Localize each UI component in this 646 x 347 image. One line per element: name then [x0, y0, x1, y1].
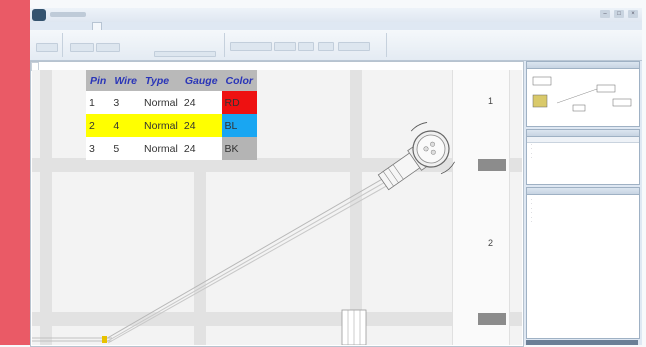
properties-pane: · · · · · ·: [526, 187, 640, 339]
overview-thumbnail[interactable]: [527, 69, 639, 125]
ribbon-button[interactable]: [338, 42, 370, 51]
pane-header: [527, 188, 639, 195]
app-orb-icon[interactable]: [32, 9, 46, 21]
ribbon-button[interactable]: [318, 42, 334, 51]
list-item[interactable]: ·: [527, 220, 639, 224]
tab-3[interactable]: [70, 22, 78, 30]
app-window: – □ × Pin Wire Type Gauge Color 1 3 Norm…: [30, 8, 642, 347]
pane-header: [527, 130, 639, 137]
ribbon-button[interactable]: [154, 51, 216, 57]
maximize-icon[interactable]: □: [614, 10, 624, 18]
ribbon-button[interactable]: [96, 43, 120, 52]
circular-connector-icon[interactable]: [368, 117, 461, 204]
ribbon-group-3: [226, 33, 387, 57]
ribbon: [30, 30, 642, 61]
wire-end-marker: [102, 336, 107, 343]
terminal-block: [341, 309, 367, 345]
ribbon-button[interactable]: [298, 42, 314, 51]
overview-pane: [526, 61, 640, 127]
quick-access-toolbar[interactable]: [50, 12, 86, 17]
list-item[interactable]: ·: [527, 156, 639, 160]
ribbon-button[interactable]: [230, 42, 272, 51]
tab-4[interactable]: [81, 22, 89, 30]
tab-5[interactable]: [92, 22, 102, 30]
tab-2[interactable]: [59, 22, 67, 30]
close-icon[interactable]: ×: [628, 10, 638, 18]
right-panel: · · · · · · · · · ·: [526, 61, 642, 345]
ribbon-button[interactable]: [274, 42, 296, 51]
ribbon-button[interactable]: [70, 43, 94, 52]
connector-label-1: 1: [488, 96, 494, 106]
tree-pane: · · · ·: [526, 129, 640, 185]
ribbon-group-2: [64, 33, 225, 57]
accent-bar: [0, 0, 30, 345]
drawing-canvas[interactable]: Pin Wire Type Gauge Color 1 3 Normal 24 …: [32, 70, 522, 345]
ribbon-group-1: [32, 33, 63, 57]
window-controls: – □ ×: [600, 10, 638, 18]
terminal-marker: [478, 159, 506, 171]
ribbon-button[interactable]: [36, 43, 58, 52]
ribbon-tabs: [48, 22, 102, 30]
wiring-drawing: [32, 117, 461, 345]
connector-label-2: 2: [488, 238, 494, 248]
title-bar: – □ ×: [30, 8, 642, 22]
drawing-area: Pin Wire Type Gauge Color 1 3 Normal 24 …: [30, 61, 524, 347]
wire-harness: [32, 177, 391, 344]
terminal-marker: [478, 313, 506, 325]
panel-status-bar: [526, 340, 638, 345]
minimize-icon[interactable]: –: [600, 10, 610, 18]
pane-header: [527, 62, 639, 69]
tab-1[interactable]: [48, 22, 56, 30]
